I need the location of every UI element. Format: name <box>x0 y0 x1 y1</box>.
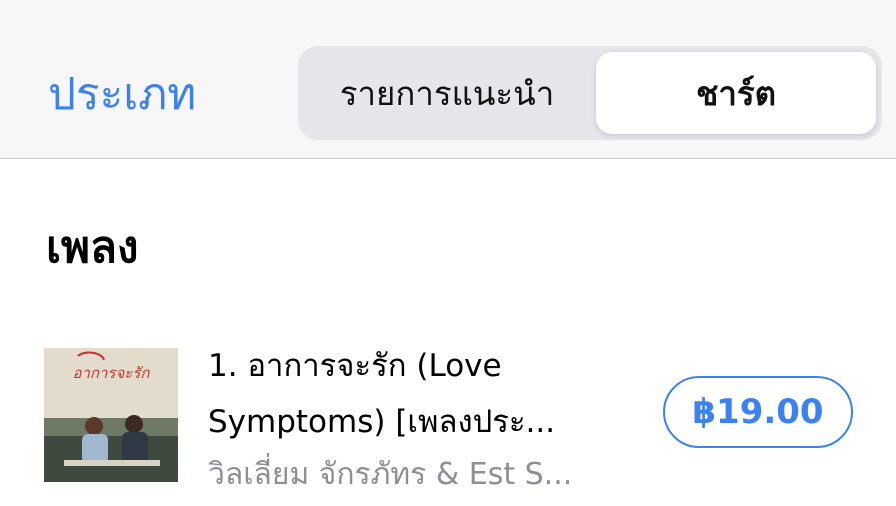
section-title-songs: เพลง <box>46 222 139 273</box>
segment-featured[interactable]: รายการแนะนำ <box>302 52 592 134</box>
song-title-line2: Symptoms) [เพลงประ... <box>208 404 556 440</box>
song-title-line1: 1. อาการจะรัก (Love <box>208 348 502 384</box>
categories-link[interactable]: ประเภท <box>48 68 196 122</box>
song-list-item[interactable]: อาการจะรัก 1. อาการจะรัก (Love Symptoms)… <box>0 330 896 506</box>
segment-charts[interactable]: ชาร์ต <box>596 52 876 134</box>
artwork-title-text: อาการจะรัก <box>73 364 151 382</box>
album-artwork-icon[interactable]: อาการจะรัก <box>44 348 178 482</box>
song-artist: วิลเลี่ยม จักรภัทร & Est S... <box>208 457 573 492</box>
song-title: 1. อาการจะรัก (Love Symptoms) [เพลงประ..… <box>208 338 628 450</box>
buy-price-button[interactable]: ฿19.00 <box>663 376 853 448</box>
top-navigation-bar: ประเภท รายการแนะนำ ชาร์ต <box>0 0 896 159</box>
segmented-control: รายการแนะนำ ชาร์ต <box>298 46 882 140</box>
